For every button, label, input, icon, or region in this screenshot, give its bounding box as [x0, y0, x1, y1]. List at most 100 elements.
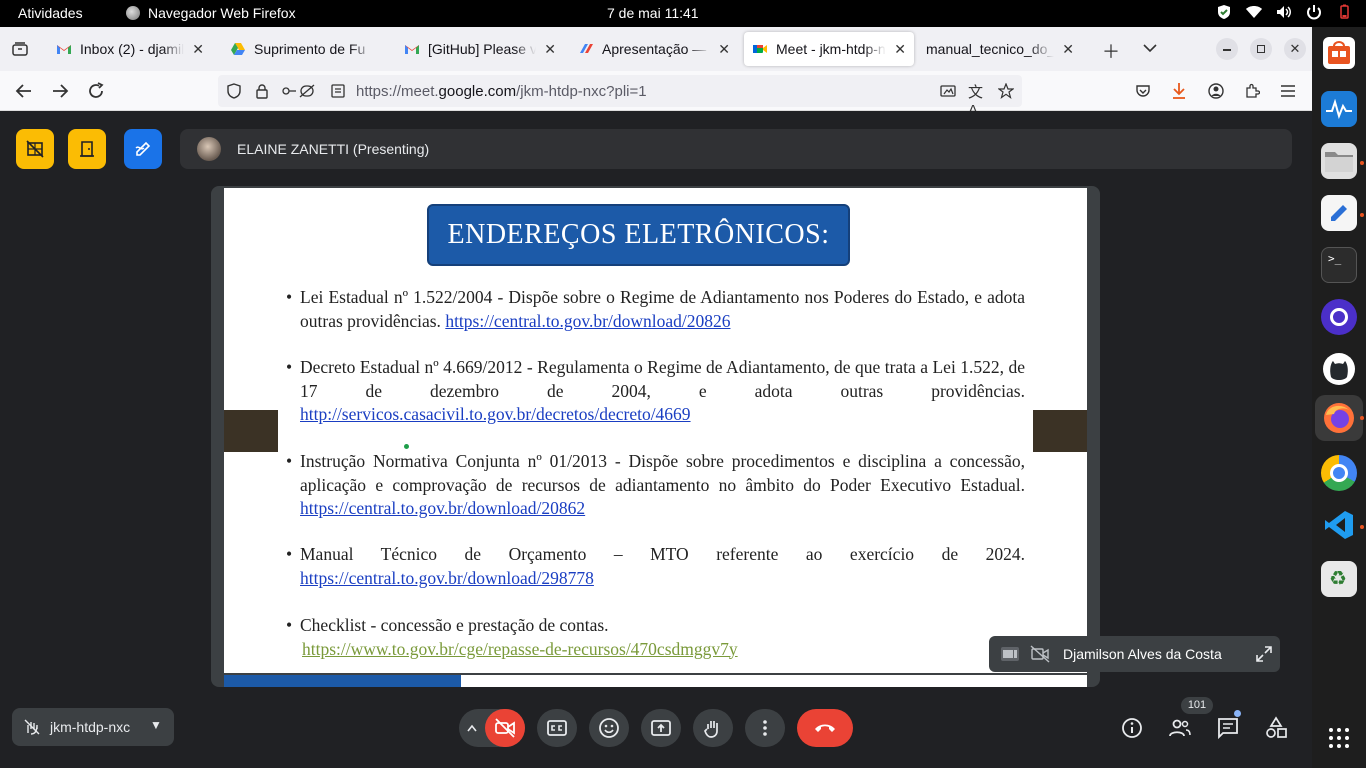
hide-layout-button[interactable] [16, 129, 54, 169]
vscode-icon [1325, 511, 1353, 539]
system-tray[interactable] [1216, 4, 1352, 20]
url-text[interactable]: https://meet.google.com/jkm-htdp-nxc?pli… [356, 83, 647, 100]
tab-inbox[interactable]: Inbox (2) - djamils ✕ [48, 32, 212, 66]
presenter-avatar [197, 137, 221, 161]
chevron-up-icon[interactable] [467, 724, 477, 732]
dock-firefox[interactable] [1315, 395, 1363, 441]
dock-terminal[interactable]: >_ [1321, 247, 1357, 283]
tab-label: Apresentação — I [602, 41, 711, 57]
minimize-button[interactable] [1216, 38, 1238, 60]
url-prefix: https://meet. [356, 83, 439, 100]
dock-system-monitor[interactable] [1321, 91, 1357, 127]
tab-manual[interactable]: manual_tecnico_do_ ✕ [918, 32, 1082, 66]
annotate-button[interactable] [124, 129, 162, 169]
chat-icon[interactable] [1216, 716, 1240, 740]
slide-bullet: Lei Estadual nº 1.522/2004 - Dispõe sobr… [286, 286, 1025, 333]
chat-notification-dot [1234, 710, 1241, 717]
tab-github[interactable]: [GitHub] Please ve ✕ [396, 32, 564, 66]
tab-suprimento[interactable]: Suprimento de Fu [222, 32, 390, 66]
recycle-icon: ♻ [1329, 568, 1347, 590]
self-view-tile[interactable]: Djamilson Alves da Costa [989, 636, 1280, 672]
slide-bullet: Manual Técnico de Orçamento – MTO refere… [286, 543, 1025, 590]
clock[interactable]: 7 de mai 11:41 [607, 5, 699, 21]
translate-icon[interactable]: 文A [968, 81, 984, 119]
back-arrow-icon[interactable] [14, 81, 34, 101]
more-options-button[interactable] [745, 709, 785, 747]
meet-page: ELAINE ZANETTI (Presenting) ENDEREÇOS EL… [0, 111, 1312, 768]
slide-title: ENDEREÇOS ELETRÔNICOS: [427, 204, 850, 266]
tab-meet[interactable]: Meet - jkm-htdp-n ✕ [744, 32, 914, 66]
dock-vscode[interactable] [1321, 507, 1357, 543]
slide-decoration-right [1033, 410, 1087, 452]
show-apps-grid-icon[interactable] [1328, 727, 1350, 749]
activities-shapes-icon[interactable] [1264, 716, 1288, 740]
dock-github-desktop[interactable] [1321, 351, 1357, 387]
dock-software-center[interactable] [1323, 37, 1355, 69]
tab-close-icon[interactable]: ✕ [192, 41, 204, 58]
tab-close-icon[interactable]: ✕ [1062, 41, 1074, 58]
tab-overview-icon[interactable] [12, 41, 28, 57]
pocket-icon[interactable] [1135, 83, 1151, 99]
presentation-slide: ENDEREÇOS ELETRÔNICOS: Lei Estadual nº 1… [224, 188, 1087, 673]
bullet-link[interactable]: https://central.to.gov.br/download/20862 [300, 498, 585, 518]
url-suffix: /jkm-htdp-nxc?pli=1 [516, 83, 647, 100]
reload-icon[interactable] [86, 81, 106, 101]
bullet-link[interactable]: https://www.to.gov.br/cge/repasse-de-rec… [302, 639, 738, 659]
permissions-icon[interactable] [280, 83, 316, 99]
bullet-link[interactable]: https://central.to.gov.br/download/20826 [445, 311, 730, 331]
dock-chrome[interactable] [1321, 455, 1357, 491]
activities-button[interactable]: Atividades [18, 5, 83, 21]
circle-app-icon [1330, 308, 1348, 326]
reader-view-icon[interactable] [330, 83, 346, 99]
people-icon[interactable] [1168, 716, 1192, 740]
bullet-link[interactable]: http://servicos.casacivil.to.gov.br/decr… [300, 404, 691, 424]
running-indicator [1360, 525, 1364, 529]
tab-apresentacao[interactable]: Apresentação — I ✕ [570, 32, 738, 66]
present-now-button[interactable] [641, 709, 681, 747]
expand-icon[interactable] [1255, 645, 1273, 663]
tracking-shield-icon[interactable] [226, 83, 242, 99]
meeting-details-button[interactable]: jkm-htdp-nxc ▼ [12, 708, 174, 746]
dock-trash[interactable]: ♻ [1321, 561, 1357, 597]
tab-close-icon[interactable]: ✕ [718, 41, 730, 58]
self-view-layout-icon[interactable] [1000, 645, 1020, 663]
reactions-button[interactable] [589, 709, 629, 747]
forward-arrow-icon[interactable] [50, 81, 70, 101]
camera-permission-icon[interactable] [940, 83, 956, 99]
terminal-icon: >_ [1328, 252, 1342, 265]
slide-footer-strip [211, 675, 1100, 687]
leave-room-button[interactable] [68, 129, 106, 169]
slide-bullet: Checklist - concessão e prestação de con… [286, 614, 1025, 661]
raise-hand-button[interactable] [693, 709, 733, 747]
tab-close-icon[interactable]: ✕ [544, 41, 556, 58]
ubuntu-dock: >_ ♻ [1312, 27, 1366, 768]
list-tabs-chevron-icon[interactable] [1143, 43, 1157, 53]
hamburger-menu-icon[interactable] [1280, 84, 1296, 98]
leave-call-button[interactable] [797, 709, 853, 747]
lock-icon[interactable] [254, 83, 270, 99]
new-tab-icon[interactable]: ＋ [1102, 38, 1120, 64]
captions-button[interactable] [537, 709, 577, 747]
close-window-button[interactable]: ✕ [1284, 38, 1306, 60]
camera-toggle-button[interactable] [485, 709, 525, 747]
tab-close-icon[interactable]: ✕ [894, 41, 906, 58]
gmail-icon [57, 45, 71, 54]
download-icon[interactable] [1171, 82, 1187, 100]
dock-text-editor[interactable] [1321, 195, 1357, 231]
bullet-link[interactable]: https://central.to.gov.br/download/29877… [300, 568, 594, 588]
firefox-app-icon [126, 6, 140, 20]
account-icon[interactable] [1208, 83, 1224, 99]
bullet-text: Checklist - concessão e prestação de con… [300, 615, 609, 635]
restore-button[interactable] [1250, 38, 1272, 60]
restore-icon [1257, 45, 1265, 53]
address-bar[interactable]: https://meet.google.com/jkm-htdp-nxc?pli… [218, 75, 1022, 119]
extensions-icon[interactable] [1244, 83, 1260, 99]
dock-app-purple[interactable] [1321, 299, 1357, 335]
app-menu[interactable]: Navegador Web Firefox [126, 5, 296, 21]
gmail-icon [405, 45, 419, 54]
dock-files[interactable] [1321, 143, 1357, 179]
bookmark-star-icon[interactable] [998, 83, 1014, 99]
github-icon [1323, 353, 1355, 385]
app-name: Navegador Web Firefox [148, 5, 296, 21]
meeting-info-icon[interactable] [1120, 716, 1144, 740]
